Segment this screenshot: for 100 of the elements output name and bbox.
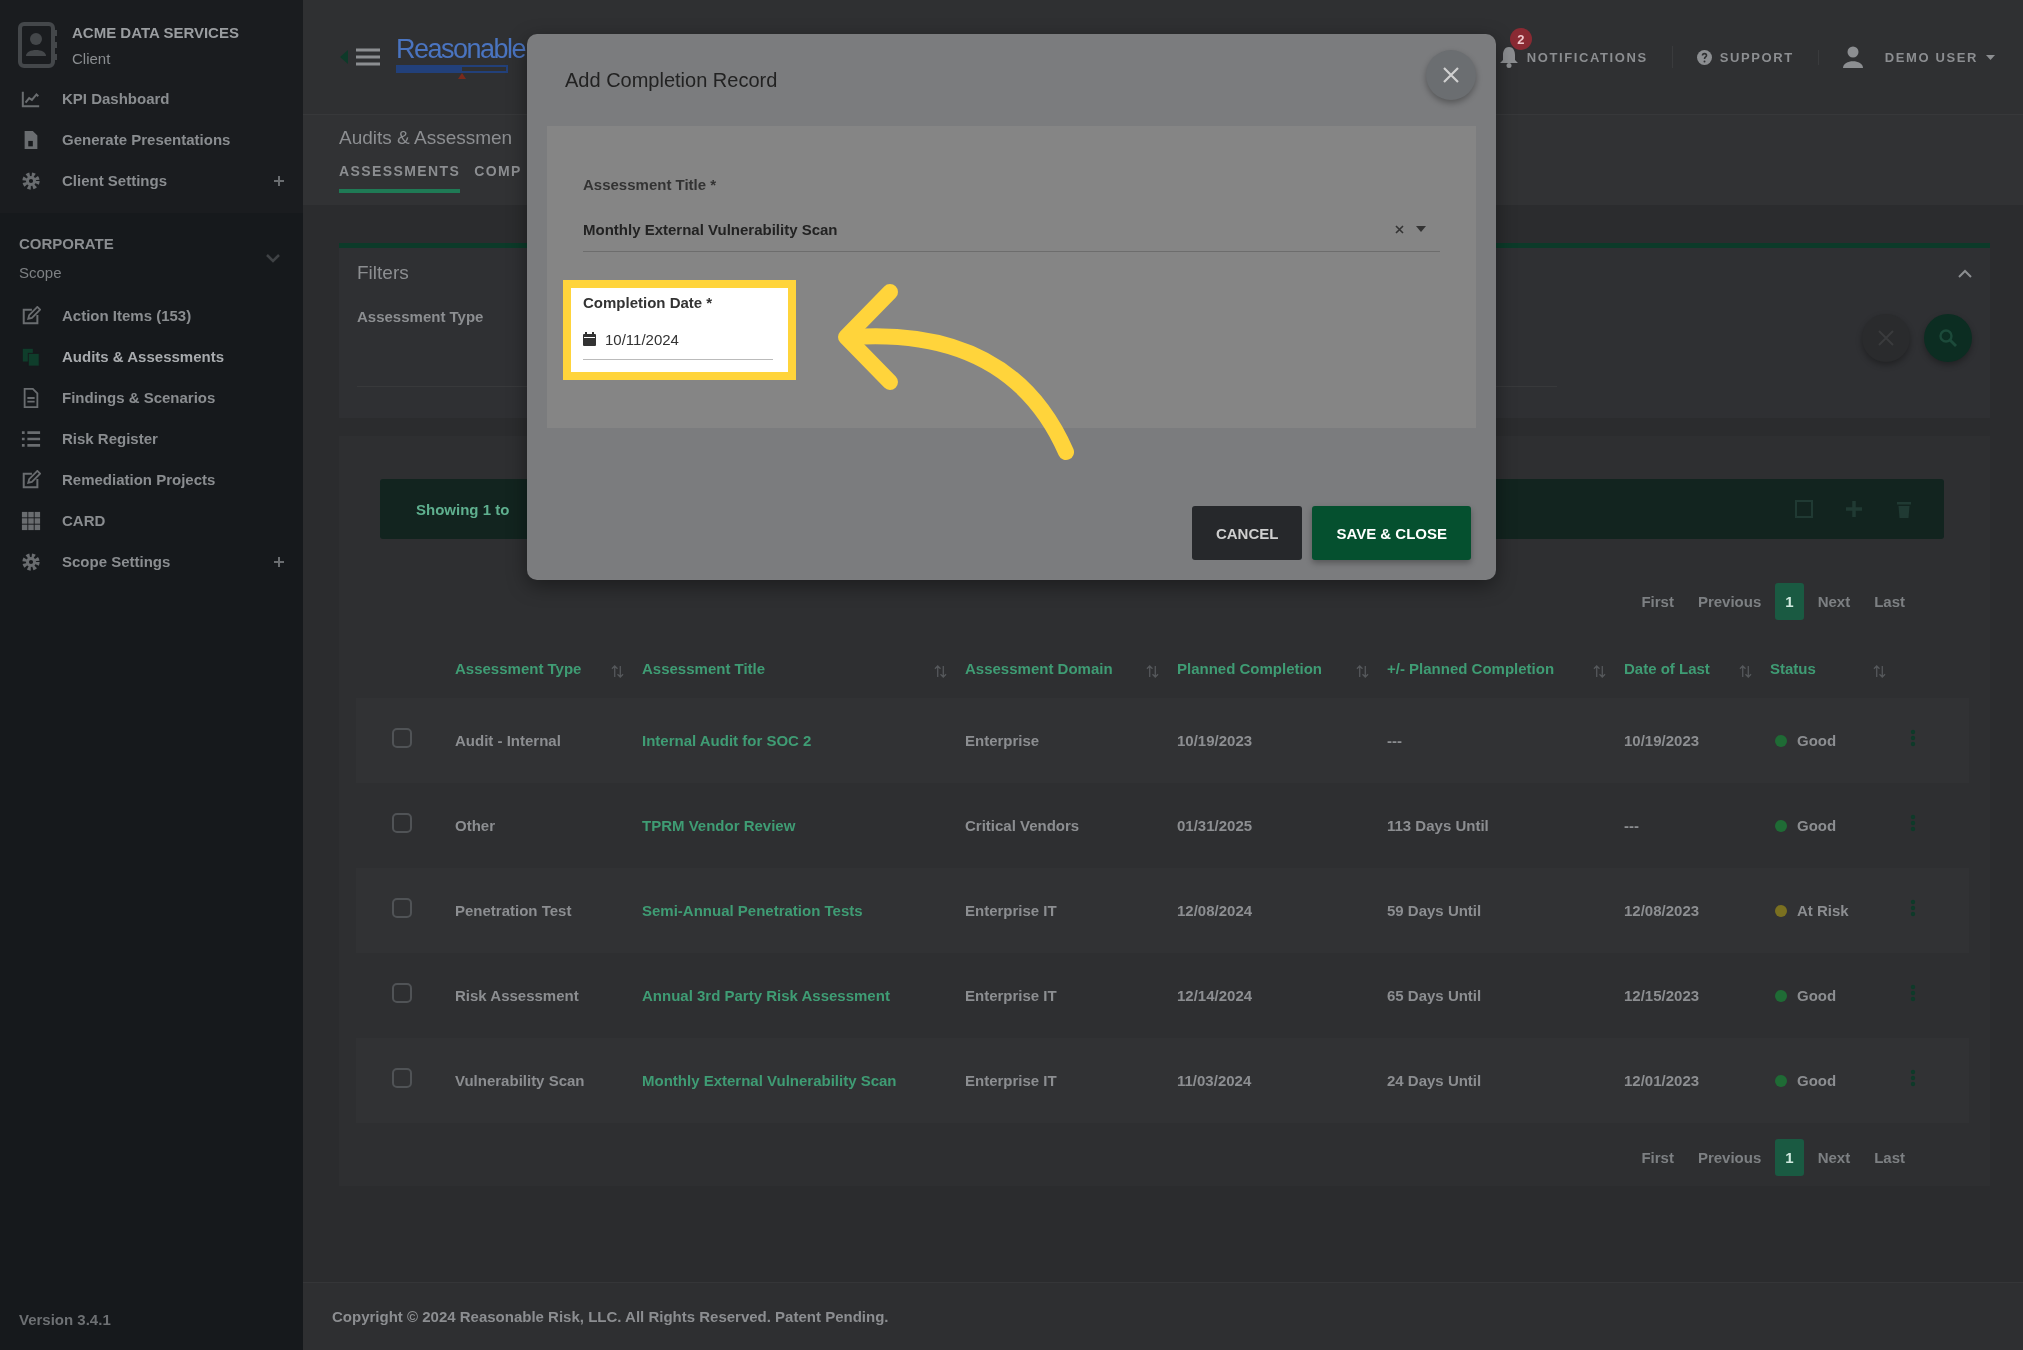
- close-icon: [1442, 66, 1460, 84]
- more-icon[interactable]: [1910, 983, 1916, 1002]
- sidebar-item[interactable]: Scope Settings: [0, 541, 303, 582]
- table-cell: 24 Days Until: [1387, 1072, 1482, 1089]
- sort-icon[interactable]: [1146, 664, 1159, 679]
- assessment-link[interactable]: Monthly External Vulnerability Scan: [642, 1072, 897, 1089]
- row-checkbox[interactable]: [391, 982, 412, 1003]
- sidebar-item[interactable]: Client Settings: [0, 160, 303, 201]
- more-icon[interactable]: [1910, 898, 1916, 917]
- cancel-button[interactable]: CANCEL: [1191, 506, 1303, 560]
- sort-icon[interactable]: [1356, 664, 1369, 679]
- table-cell: 10/19/2023: [1177, 732, 1253, 749]
- assessment-link[interactable]: Semi-Annual Penetration Tests: [642, 902, 863, 919]
- sort-icon[interactable]: [934, 664, 947, 679]
- table-cell: Risk Assessment: [455, 987, 579, 1004]
- table-cell: 12/14/2024: [1177, 987, 1253, 1004]
- sidebar-item[interactable]: Remediation Projects: [0, 459, 303, 500]
- logo[interactable]: Reasonable: [396, 35, 526, 79]
- sidebar-item[interactable]: CARD: [0, 500, 303, 541]
- sidebar-item[interactable]: Generate Presentations: [0, 119, 303, 160]
- page-link[interactable]: 1: [1775, 582, 1804, 620]
- sidebar-item[interactable]: Audits & Assessments: [0, 336, 303, 377]
- tab[interactable]: ASSESSMENTS: [339, 163, 461, 193]
- support-link[interactable]: SUPPORT: [1719, 49, 1794, 65]
- field-label: Completion Date *: [583, 294, 714, 311]
- column-header[interactable]: Assessment Type: [455, 660, 582, 677]
- sidebar-item[interactable]: Action Items (153): [0, 295, 303, 336]
- edit-icon: [21, 469, 41, 490]
- table-cell: Enterprise IT: [965, 902, 1057, 919]
- assessment-link[interactable]: TPRM Vendor Review: [642, 817, 796, 834]
- table-cell: 12/15/2023: [1624, 987, 1700, 1004]
- status-label: Good: [1797, 732, 1837, 749]
- sort-icon[interactable]: [1593, 664, 1606, 679]
- assessment-link[interactable]: Annual 3rd Party Risk Assessment: [642, 987, 890, 1004]
- table-cell: 10/19/2023: [1624, 732, 1700, 749]
- table-cell: 11/03/2024: [1177, 1072, 1252, 1089]
- more-icon[interactable]: [1910, 728, 1916, 747]
- page-link[interactable]: Next: [1807, 1138, 1861, 1176]
- page-link[interactable]: Previous: [1687, 1138, 1772, 1176]
- table-cell: Enterprise IT: [965, 987, 1057, 1004]
- gear-icon: [21, 170, 41, 191]
- page-link[interactable]: Next: [1807, 582, 1861, 620]
- contact-book-icon: [18, 22, 58, 68]
- column-header[interactable]: +/- Planned Completion: [1387, 660, 1555, 677]
- date-field[interactable]: 10/11/2024: [583, 319, 773, 360]
- table-cell: Enterprise: [965, 732, 1040, 749]
- sort-icon[interactable]: [1739, 664, 1752, 679]
- save-button[interactable]: SAVE & CLOSE: [1312, 506, 1471, 560]
- collapse-icon[interactable]: [340, 50, 348, 64]
- date-input[interactable]: 10/11/2024: [605, 319, 765, 359]
- table-cell: 12/08/2024: [1177, 902, 1253, 919]
- field-label: Assessment Type: [357, 308, 485, 325]
- close-button[interactable]: [1426, 50, 1476, 100]
- table-cell: ---: [1624, 817, 1639, 834]
- row-checkbox[interactable]: [391, 727, 412, 748]
- column-header[interactable]: Date of Last: [1624, 660, 1710, 677]
- sidebar-item[interactable]: Findings & Scenarios: [0, 377, 303, 418]
- chevron-icon[interactable]: [265, 253, 281, 263]
- page-link[interactable]: 1: [1775, 1138, 1804, 1176]
- page-link[interactable]: First: [1631, 582, 1684, 620]
- row-checkbox[interactable]: [391, 812, 412, 833]
- caret-icon[interactable]: [1416, 226, 1426, 232]
- page-link[interactable]: First: [1631, 1138, 1684, 1176]
- search-button[interactable]: [1924, 313, 1972, 362]
- sidebar-item[interactable]: Risk Register: [0, 418, 303, 459]
- column-header[interactable]: Planned Completion: [1177, 660, 1322, 677]
- sort-icon[interactable]: [611, 664, 624, 679]
- client-label: Client: [72, 49, 112, 67]
- plus-icon[interactable]: [273, 555, 285, 568]
- sort-icon[interactable]: [1873, 664, 1886, 679]
- table-cell: 01/31/2025: [1177, 817, 1253, 834]
- column-header[interactable]: Assessment Domain: [965, 660, 1113, 677]
- grid-icon: [21, 510, 41, 531]
- column-header[interactable]: Status: [1770, 660, 1816, 677]
- edit-icon: [21, 305, 41, 326]
- more-icon[interactable]: [1910, 1068, 1916, 1087]
- clear-icon[interactable]: [1395, 224, 1404, 234]
- status-label: Good: [1797, 1072, 1837, 1089]
- page-link[interactable]: Previous: [1687, 582, 1772, 620]
- tab[interactable]: COMP: [474, 163, 522, 193]
- menu-icon[interactable]: [356, 47, 380, 67]
- table-cell: 59 Days Until: [1387, 902, 1482, 919]
- bell-icon[interactable]: [1498, 46, 1519, 68]
- assessment-link[interactable]: Internal Audit for SOC 2: [642, 732, 812, 749]
- title-select[interactable]: Monthly External Vulnerability Scan: [583, 207, 1440, 252]
- notifications-link[interactable]: NOTIFICATIONS: [1526, 49, 1648, 65]
- files-icon: [21, 346, 41, 367]
- row-checkbox[interactable]: [391, 1067, 412, 1088]
- client-name: ACME DATA SERVICES: [72, 23, 239, 41]
- chevron-icon[interactable]: [1958, 268, 1972, 278]
- more-icon[interactable]: [1910, 813, 1916, 832]
- caret-icon[interactable]: [1986, 54, 1995, 60]
- page-link[interactable]: Last: [1864, 582, 1915, 620]
- dialog-title: Add Completion Record: [565, 68, 779, 92]
- plus-icon[interactable]: [273, 174, 285, 187]
- sidebar-item[interactable]: KPI Dashboard: [0, 78, 303, 119]
- row-checkbox[interactable]: [391, 897, 412, 918]
- page-link[interactable]: Last: [1864, 1138, 1915, 1176]
- column-header[interactable]: Assessment Title: [642, 660, 766, 677]
- user-menu[interactable]: DEMO USER: [1884, 49, 1978, 65]
